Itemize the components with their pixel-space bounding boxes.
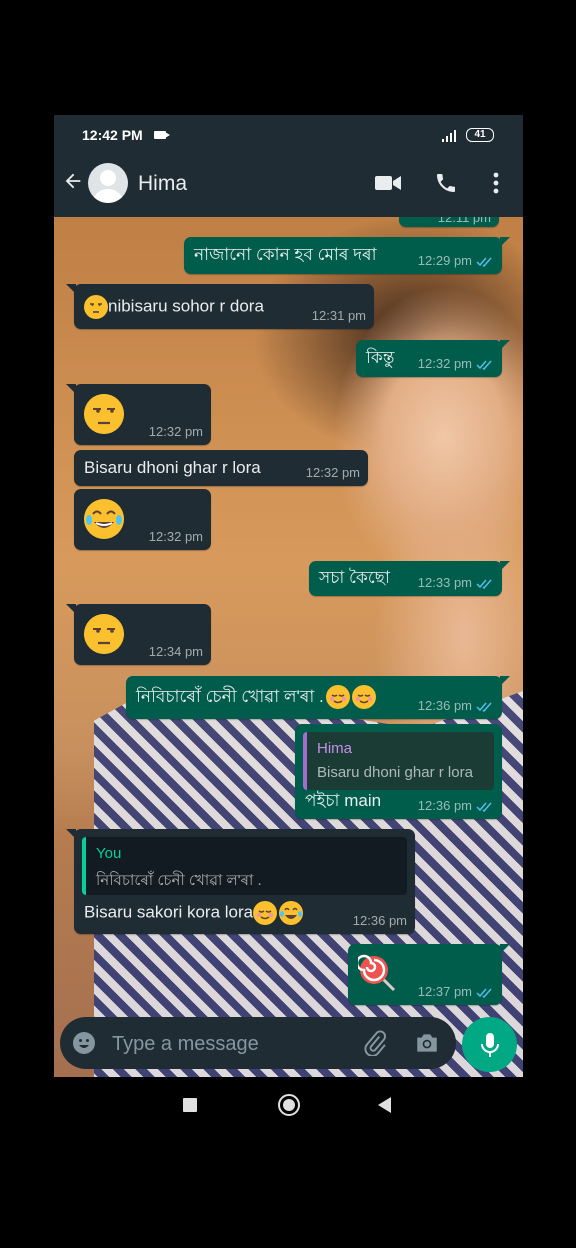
home-icon[interactable] <box>278 1094 300 1116</box>
message-time: 12:11 pm <box>437 217 491 225</box>
message-time: 12:31 pm <box>311 308 366 323</box>
avatar[interactable] <box>88 163 128 203</box>
quote-text: Bisaru dhoni ghar r lora <box>317 764 473 781</box>
message-time: 12:34 pm <box>148 644 203 659</box>
quoted-message[interactable]: You নিবিচাৰোঁ চেনী খোৱা ল'ৰা . <box>82 837 407 895</box>
tears-of-joy-emoji-icon <box>279 901 304 925</box>
read-ticks-icon <box>476 257 492 267</box>
message-meta: 12:36 pm <box>418 698 494 713</box>
message-time: 12:29 pm <box>417 253 472 268</box>
quote-author: Hima <box>317 740 353 757</box>
message-bubble-incoming[interactable]: 12:32 pm <box>74 489 211 550</box>
message-bubble-incoming[interactable]: 12:32 pm <box>66 384 211 445</box>
message-text: কিন্তু <box>366 347 395 367</box>
message-bubble-outgoing[interactable]: কিন্তু 12:32 pm <box>356 340 510 377</box>
message-text: সচা কৈছো <box>319 567 390 587</box>
message-bubble-outgoing[interactable]: সচা কৈছো 12:33 pm <box>309 561 510 596</box>
relieved-face-emoji-icon <box>253 901 278 925</box>
relieved-face-emoji-icon <box>351 685 376 710</box>
message-meta: 12:29 pm <box>418 253 494 268</box>
voice-record-button[interactable] <box>462 1017 517 1072</box>
quote-text: নিবিচাৰোঁ চেনী খোৱা ল'ৰা . <box>96 872 262 889</box>
message-time: 12:36 pm <box>417 698 472 713</box>
message-bubble-incoming[interactable]: nibisaru sohor r dora 12:31 pm <box>66 284 374 329</box>
more-options-icon[interactable] <box>486 171 506 195</box>
tears-of-joy-emoji-icon <box>84 499 124 539</box>
signal-icon <box>442 128 460 142</box>
message-text: Bisaru dhoni ghar r lora <box>84 458 261 477</box>
attach-icon[interactable] <box>362 1030 388 1056</box>
contact-name[interactable]: Hima <box>138 172 187 196</box>
message-meta: 12:32 pm <box>418 356 494 371</box>
relieved-face-emoji-icon <box>325 685 350 710</box>
status-bar: 12:42 PM 41 <box>54 115 523 151</box>
message-text: পইচা main <box>305 791 382 810</box>
message-bubble-outgoing[interactable]: নিবিচাৰোঁ চেনী খোৱা ল'ৰা . 12:36 pm <box>126 676 510 719</box>
message-content: nibisaru sohor r dora <box>84 294 264 319</box>
message-time: 12:37 pm <box>417 984 472 999</box>
microphone-icon <box>481 1033 499 1057</box>
message-composer <box>60 1017 456 1069</box>
read-ticks-icon <box>476 988 492 998</box>
message-meta: 12:36 pm <box>418 798 494 813</box>
message-time: 12:36 pm <box>352 913 407 928</box>
read-ticks-icon <box>476 702 492 712</box>
message-text: নাজানো কোন হব মোৰ দৰা <box>194 244 377 264</box>
message-content: Bisaru sakori kora lora <box>84 901 304 925</box>
back-triangle-icon[interactable] <box>378 1097 391 1113</box>
message-meta: 12:33 pm <box>418 575 494 590</box>
quote-author: You <box>96 845 122 862</box>
message-text: নিবিচাৰোঁ চেনী খোৱা ল'ৰা . <box>136 686 324 706</box>
status-time: 12:42 PM <box>82 127 143 143</box>
message-content: নিবিচাৰোঁ চেনী খোৱা ল'ৰা . <box>136 684 376 712</box>
message-text: Bisaru sakori kora lora <box>84 902 254 922</box>
message-input[interactable] <box>110 1027 354 1061</box>
message-text: nibisaru sohor r dora <box>108 295 264 315</box>
phone-call-icon[interactable] <box>434 171 458 195</box>
read-ticks-icon <box>476 579 492 589</box>
message-bubble-outgoing[interactable]: 12:11 pm <box>399 217 499 227</box>
message-meta: 12:37 pm <box>418 984 494 999</box>
message-bubble-outgoing[interactable]: Hima Bisaru dhoni ghar r lora পইচা main … <box>295 724 502 819</box>
battery-icon: 41 <box>466 128 494 142</box>
chat-header: Hima <box>54 151 523 217</box>
unamused-face-emoji-icon <box>84 294 108 319</box>
back-arrow-icon[interactable] <box>62 170 84 192</box>
emoji-icon[interactable] <box>72 1031 96 1055</box>
message-time: 12:33 pm <box>417 575 472 590</box>
message-time: 12:32 pm <box>305 465 360 480</box>
camera-icon[interactable] <box>414 1030 440 1056</box>
chat-area[interactable]: 12:11 pm নাজানো কোন হব মোৰ দৰা 12:29 pm … <box>54 217 523 1077</box>
message-bubble-incoming[interactable]: You নিবিচাৰোঁ চেনী খোৱা ল'ৰা . Bisaru sa… <box>66 829 415 934</box>
quoted-message[interactable]: Hima Bisaru dhoni ghar r lora <box>303 732 494 790</box>
camera-status-icon <box>154 131 170 139</box>
unamused-face-emoji-icon <box>84 614 124 654</box>
message-time: 12:32 pm <box>148 424 203 439</box>
message-bubble-incoming[interactable]: 12:34 pm <box>66 604 211 665</box>
system-navigation-bar <box>0 1077 576 1137</box>
message-time: 12:32 pm <box>417 356 472 371</box>
video-call-icon[interactable] <box>375 174 401 192</box>
message-bubble-outgoing[interactable]: নাজানো কোন হব মোৰ দৰা 12:29 pm <box>184 237 510 274</box>
lollipop-emoji-icon <box>358 954 396 992</box>
read-ticks-icon <box>476 802 492 812</box>
message-time: 12:32 pm <box>148 529 203 544</box>
phone-screen: 12:42 PM 41 Hima 12:11 pm নাজানো কোন হব … <box>54 115 523 1077</box>
unamused-face-emoji-icon <box>84 394 124 434</box>
recent-apps-icon[interactable] <box>183 1098 197 1112</box>
message-bubble-outgoing[interactable]: 12:37 pm <box>348 944 510 1005</box>
message-time: 12:36 pm <box>417 798 472 813</box>
read-ticks-icon <box>476 360 492 370</box>
message-bubble-incoming[interactable]: Bisaru dhoni ghar r lora 12:32 pm <box>74 450 368 486</box>
